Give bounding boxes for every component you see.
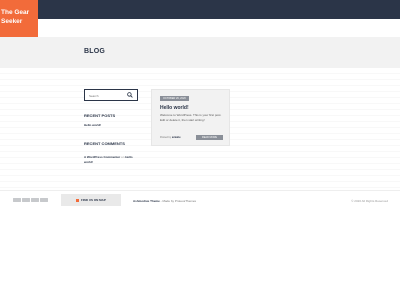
footer: FIND US ON MAP Ashmodius Theme - Made by… — [0, 190, 400, 206]
map-marker-icon — [76, 198, 79, 202]
payment-icons — [13, 198, 48, 202]
comment-author-link[interactable]: A WordPress Commenter — [84, 155, 120, 159]
recent-posts-title: RECENT POSTS — [84, 113, 116, 118]
card-icon — [22, 198, 30, 202]
logo-line-2: Seeker — [1, 18, 23, 25]
top-bar — [0, 0, 400, 19]
post-author-link[interactable]: amiatte — [172, 136, 181, 139]
logo-line-1: The Gear — [1, 9, 30, 16]
search-input[interactable] — [89, 92, 127, 99]
post-date-badge: OCTOBER 26, 2020 — [160, 96, 189, 101]
post-card: OCTOBER 26, 2020 Hello world! Welcome to… — [151, 89, 230, 146]
search-widget — [84, 89, 138, 101]
footer-credit: Ashmodius Theme - Made by ProteusThemes — [133, 199, 196, 203]
read-more-button[interactable]: READ MORE — [196, 135, 223, 140]
post-excerpt: Welcome to WordPress. This is your first… — [160, 113, 222, 122]
find-us-button[interactable]: FIND US ON MAP — [61, 194, 121, 206]
post-meta-prefix: Posted by — [160, 136, 172, 139]
credit-text: - Made by ProteusThemes — [159, 199, 197, 203]
theme-link[interactable]: Ashmodius Theme — [133, 199, 160, 203]
comment-on-text: on — [121, 155, 125, 159]
recent-comments-title: RECENT COMMENTS — [84, 141, 125, 146]
card-icon — [13, 198, 21, 202]
post-title-link[interactable]: Hello world! — [160, 105, 189, 111]
find-us-label: FIND US ON MAP — [81, 198, 106, 202]
recent-post-link[interactable]: Hello world! — [84, 123, 101, 128]
recent-comment: A WordPress Commenter on Hello world! — [84, 155, 140, 165]
site-logo[interactable]: The Gear Seeker — [0, 0, 38, 37]
copyright: © 2020 All Rights Reserved — [351, 199, 388, 203]
page-title: BLOG — [84, 48, 106, 55]
card-icon — [40, 198, 48, 202]
search-icon[interactable] — [127, 92, 133, 98]
post-meta: Posted by amiatte — [160, 136, 181, 139]
card-icon — [31, 198, 39, 202]
page-header: BLOG — [0, 37, 400, 68]
